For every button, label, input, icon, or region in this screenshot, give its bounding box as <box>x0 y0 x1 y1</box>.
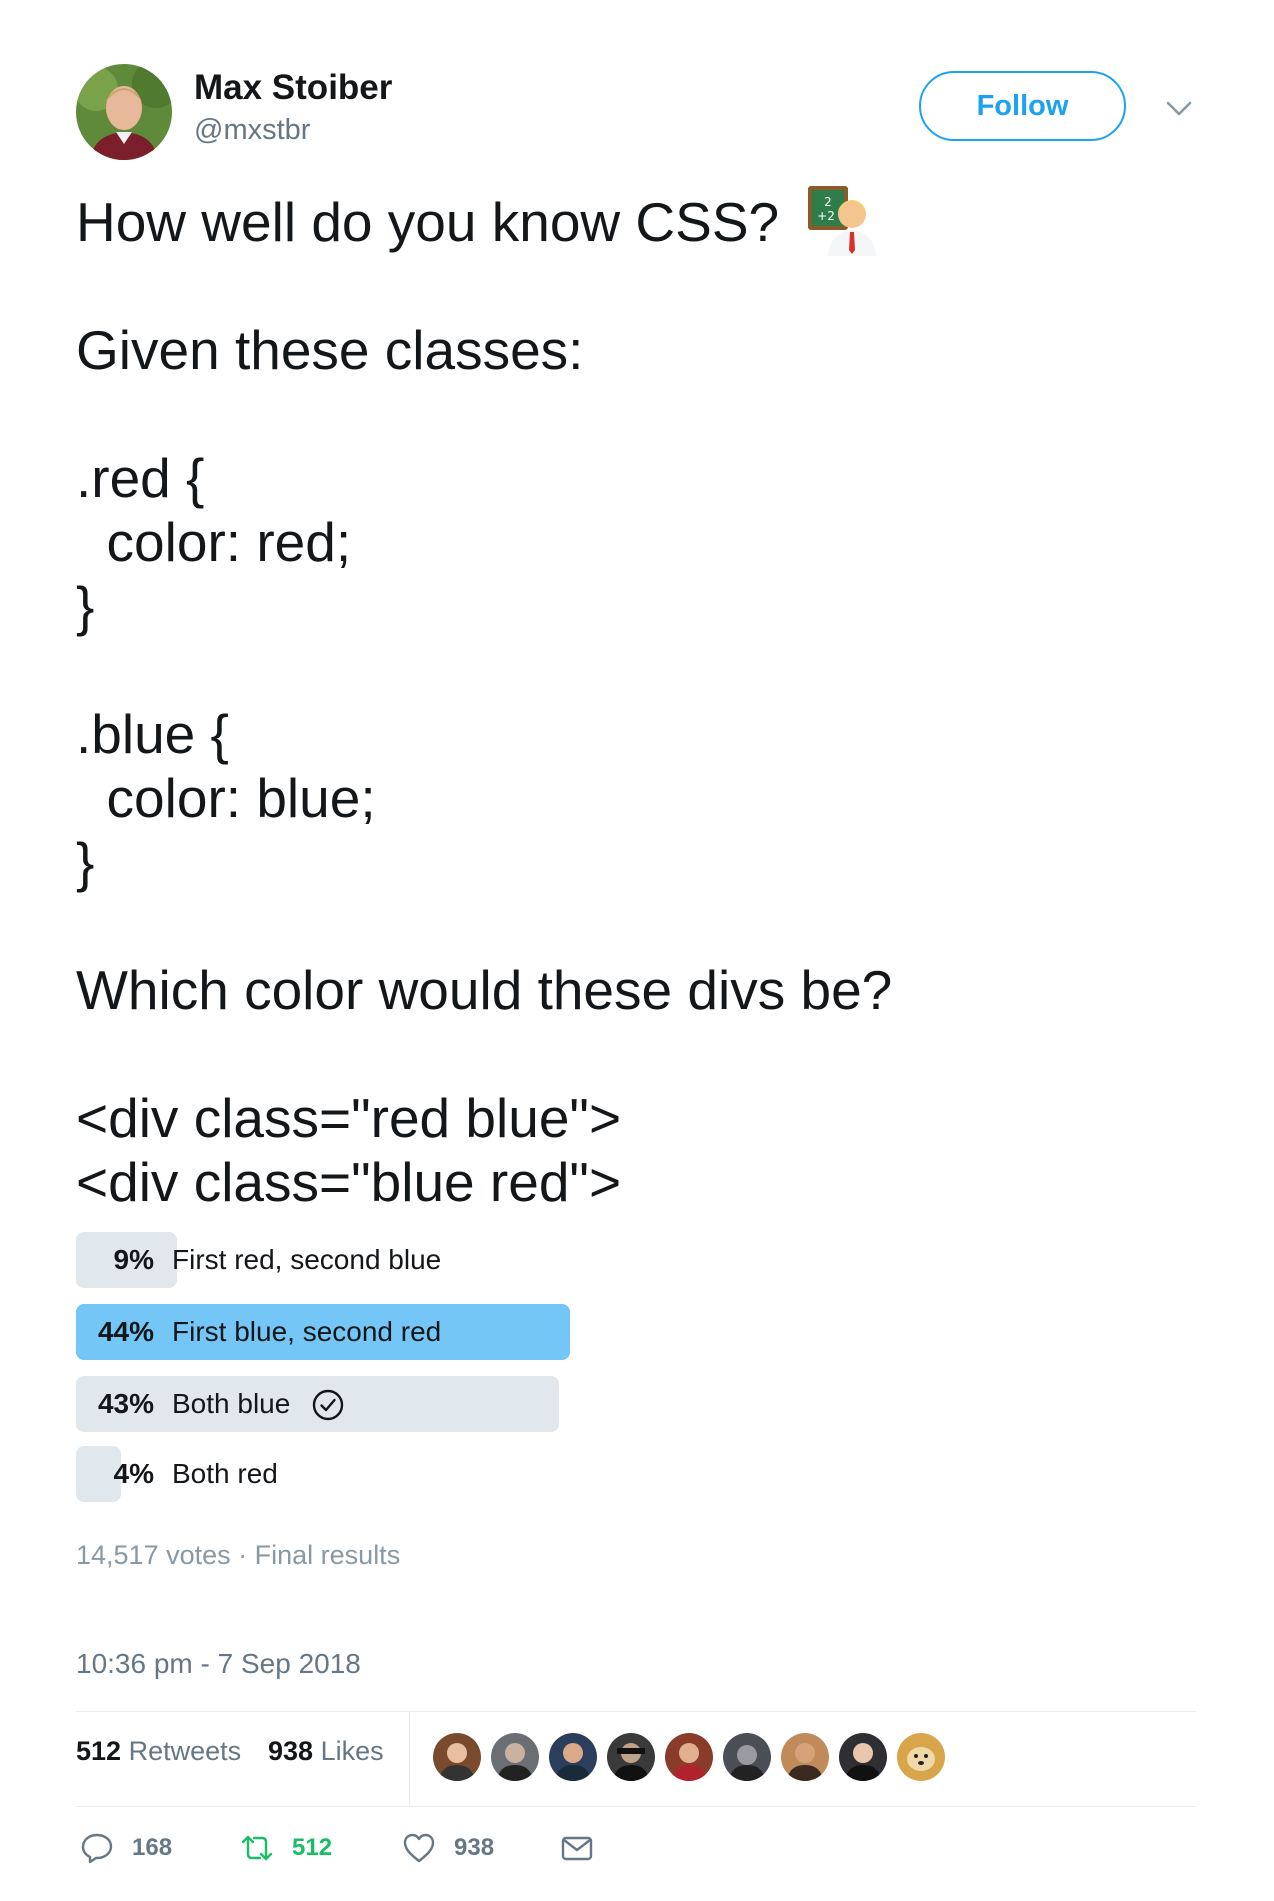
retweets-count: 512 <box>76 1736 122 1766</box>
poll-percent: 9% <box>113 1244 154 1275</box>
poll-label: First blue, second red <box>172 1316 442 1347</box>
retweet-icon <box>241 1835 273 1861</box>
retweet-count: 512 <box>292 1834 333 1861</box>
poll-percent: 44% <box>97 1316 154 1347</box>
liker-avatar[interactable] <box>781 1733 829 1781</box>
poll-label: Both blue <box>172 1388 291 1419</box>
reply-count: 168 <box>132 1834 173 1861</box>
liker-avatar[interactable] <box>723 1733 771 1781</box>
likes-count: 938 <box>268 1736 314 1766</box>
poll-status: Final results <box>254 1540 401 1570</box>
poll-label: First red, second blue <box>172 1244 442 1275</box>
liker-avatar[interactable] <box>491 1733 539 1781</box>
author-avatar[interactable] <box>76 64 172 160</box>
chevron-down-icon[interactable] <box>1164 96 1194 120</box>
divider <box>76 1711 1196 1712</box>
liker-avatar[interactable] <box>839 1733 887 1781</box>
meta-separator: · <box>238 1540 255 1570</box>
like-count: 938 <box>454 1834 495 1861</box>
mail-icon <box>561 1836 593 1861</box>
liker-avatar[interactable] <box>665 1733 713 1781</box>
poll-label: Both red <box>172 1458 278 1489</box>
poll-votes: 14,517 votes <box>76 1540 231 1570</box>
reply-button[interactable]: 168 <box>80 1828 172 1868</box>
likes-label: Likes <box>320 1736 384 1766</box>
liker-avatar[interactable] <box>549 1733 597 1781</box>
poll-option-2: 44% First blue, second red <box>76 1304 616 1360</box>
svg-text:2: 2 <box>824 195 832 209</box>
teacher-emoji: 2 +2 <box>806 184 878 256</box>
tweet-text: How well do you know CSS? Given these cl… <box>76 191 893 1213</box>
retweets-label: Retweets <box>128 1736 242 1766</box>
heart-icon <box>403 1833 435 1863</box>
poll-option-3: 43% Both blue <box>76 1376 616 1432</box>
likes-stat[interactable]: 938 Likes <box>268 1736 384 1767</box>
poll-option-1: 9% First red, second blue <box>76 1232 616 1288</box>
stats-separator <box>409 1712 410 1806</box>
poll-percent: 4% <box>113 1458 154 1489</box>
like-button[interactable]: 938 <box>402 1828 494 1868</box>
direct-message-button[interactable] <box>560 1828 594 1868</box>
liker-avatar[interactable] <box>607 1733 655 1781</box>
check-circle-icon <box>312 1389 344 1421</box>
reply-icon <box>81 1833 113 1864</box>
follow-button[interactable]: Follow <box>919 71 1126 141</box>
retweet-button[interactable]: 512 <box>240 1828 332 1868</box>
poll-option-4: 4% Both red <box>76 1446 616 1502</box>
poll-meta: 14,517 votes · Final results <box>76 1540 400 1571</box>
poll-percent: 43% <box>97 1388 154 1419</box>
retweets-stat[interactable]: 512 Retweets <box>76 1736 241 1767</box>
author-name[interactable]: Max Stoiber <box>194 68 392 108</box>
liker-avatar[interactable] <box>897 1733 945 1781</box>
svg-text:+2: +2 <box>817 209 835 223</box>
divider <box>76 1806 1196 1807</box>
tweet-timestamp[interactable]: 10:36 pm - 7 Sep 2018 <box>76 1648 361 1680</box>
liker-avatar[interactable] <box>433 1733 481 1781</box>
author-handle[interactable]: @mxstbr <box>194 114 310 147</box>
